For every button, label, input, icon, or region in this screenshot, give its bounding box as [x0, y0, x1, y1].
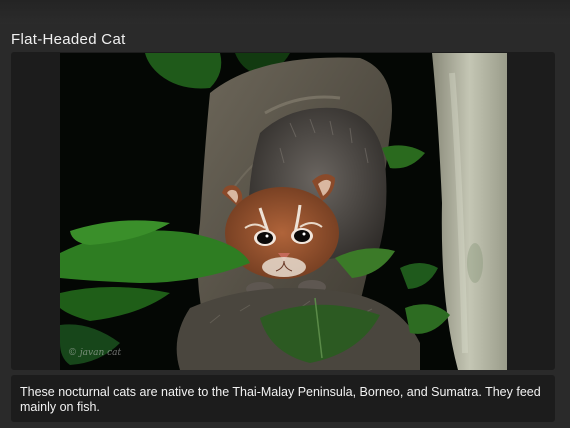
page-title: Flat-Headed Cat [11, 31, 126, 48]
photo-watermark: © javan cat [68, 348, 122, 358]
photo-caption: These nocturnal cats are native to the T… [11, 375, 555, 422]
cat-photo-illustration [60, 53, 507, 370]
top-bar [0, 0, 570, 24]
cat-photo[interactable]: © javan cat [60, 53, 507, 370]
cat-eye-right [294, 230, 310, 242]
cat-eye-left [257, 232, 273, 244]
